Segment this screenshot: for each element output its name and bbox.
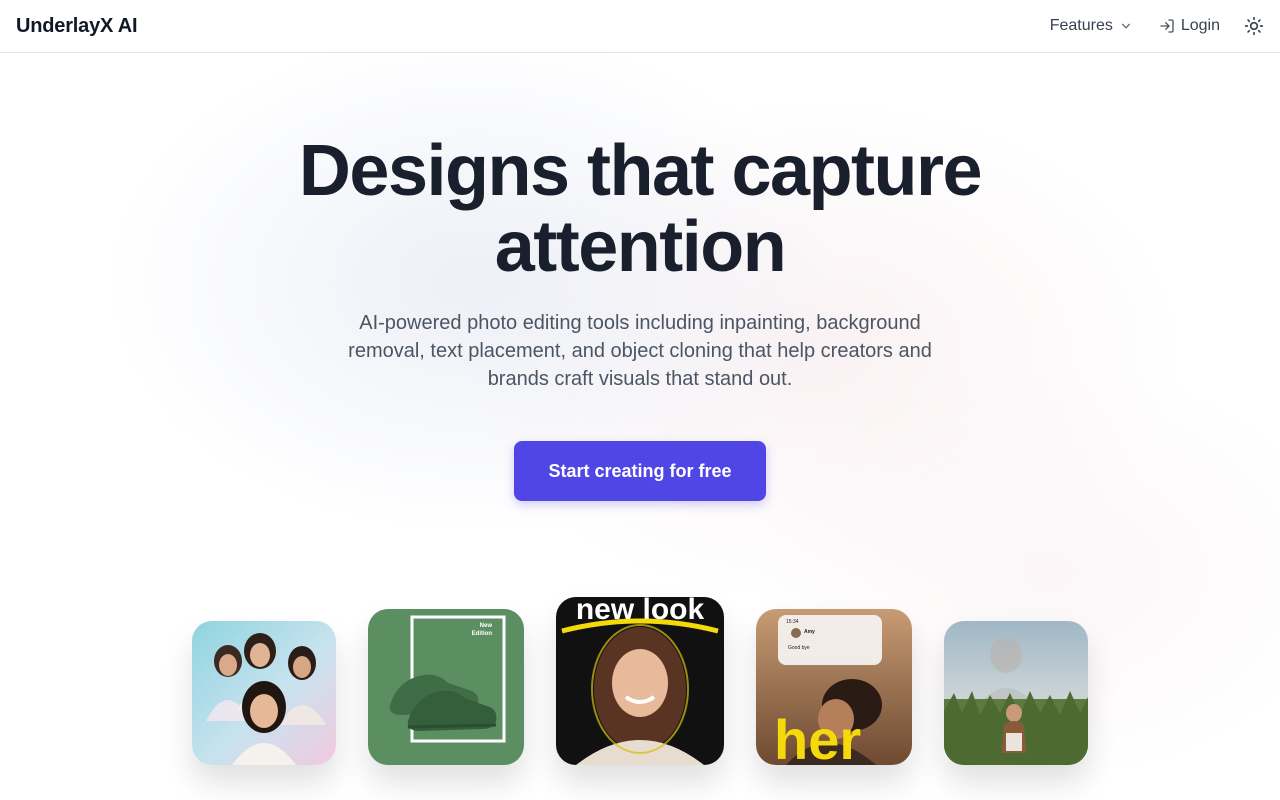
group-photo-image <box>192 621 336 765</box>
features-label: Features <box>1049 17 1113 34</box>
gallery-card-new-look[interactable]: new look <box>556 597 724 765</box>
top-navbar: UnderlayX AI Features Login <box>0 0 1280 53</box>
shoes-image: New Edition <box>368 609 524 765</box>
gallery-card-group-photo[interactable] <box>192 621 336 765</box>
chat-message: Good bye <box>788 645 810 651</box>
field-image <box>944 621 1088 765</box>
brand-logo[interactable]: UnderlayX AI <box>16 15 138 38</box>
new-look-image: new look <box>556 597 724 765</box>
her-text: her <box>774 708 861 765</box>
theme-toggle-button[interactable] <box>1244 16 1264 36</box>
gallery-card-her[interactable]: 15:34 Amy Good bye her <box>756 609 912 765</box>
hero-section: Designs that capture attention AI-powere… <box>0 53 1280 800</box>
example-gallery: New Edition new look 15:34 Amy Good bye … <box>0 53 1280 800</box>
gallery-card-shoes[interactable]: New Edition <box>368 609 524 765</box>
main-nav: Features Login <box>1050 16 1264 36</box>
chat-name: Amy <box>804 629 815 635</box>
her-image: 15:34 Amy Good bye her <box>756 609 912 765</box>
chevron-down-icon <box>1119 19 1133 33</box>
gallery-card-field[interactable] <box>944 621 1088 765</box>
login-label: Login <box>1180 17 1220 34</box>
shoes-tag-line2: Edition <box>472 631 493 637</box>
sun-icon <box>1244 16 1264 36</box>
shoes-tag-line1: New <box>480 623 493 629</box>
features-menu[interactable]: Features <box>1050 17 1133 35</box>
login-icon <box>1159 18 1175 34</box>
login-link[interactable]: Login <box>1159 17 1220 35</box>
chat-time: 15:34 <box>786 619 799 625</box>
